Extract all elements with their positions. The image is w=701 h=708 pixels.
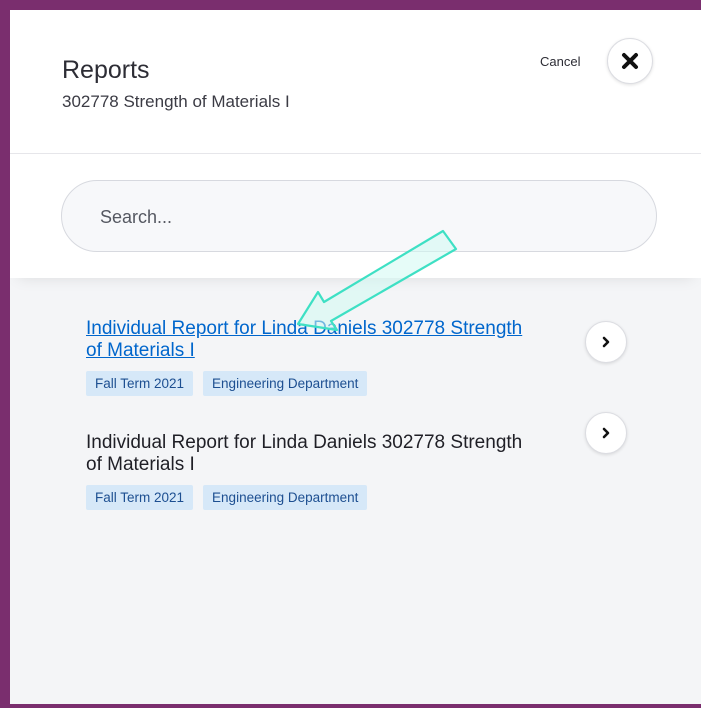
result-tags: Fall Term 2021 Engineering Department	[86, 485, 646, 510]
close-icon	[622, 53, 638, 69]
result-item-2: Individual Report for Linda Daniels 3027…	[86, 432, 646, 510]
search-area	[10, 154, 701, 278]
department-tag: Engineering Department	[203, 485, 368, 510]
chevron-right-icon	[602, 427, 610, 439]
panel-header: Reports 302778 Strength of Materials I C…	[10, 10, 701, 154]
search-input[interactable]	[98, 181, 622, 253]
term-tag: Fall Term 2021	[86, 371, 194, 396]
result-title-link[interactable]: Individual Report for Linda Daniels 3027…	[86, 318, 526, 362]
search-box	[61, 180, 657, 253]
close-button[interactable]	[607, 38, 653, 84]
result-title[interactable]: Individual Report for Linda Daniels 3027…	[86, 432, 526, 476]
result-item-1: Individual Report for Linda Daniels 3027…	[86, 318, 646, 396]
term-tag: Fall Term 2021	[86, 485, 194, 510]
chevron-right-icon	[602, 336, 610, 348]
open-report-button-2[interactable]	[585, 412, 627, 454]
page-title: Reports	[62, 56, 150, 84]
open-report-button-1[interactable]	[585, 321, 627, 363]
cancel-button[interactable]: Cancel	[540, 54, 580, 69]
reports-panel: Reports 302778 Strength of Materials I C…	[10, 10, 701, 704]
page-subtitle: 302778 Strength of Materials I	[62, 92, 290, 111]
department-tag: Engineering Department	[203, 371, 368, 396]
result-tags: Fall Term 2021 Engineering Department	[86, 371, 646, 396]
